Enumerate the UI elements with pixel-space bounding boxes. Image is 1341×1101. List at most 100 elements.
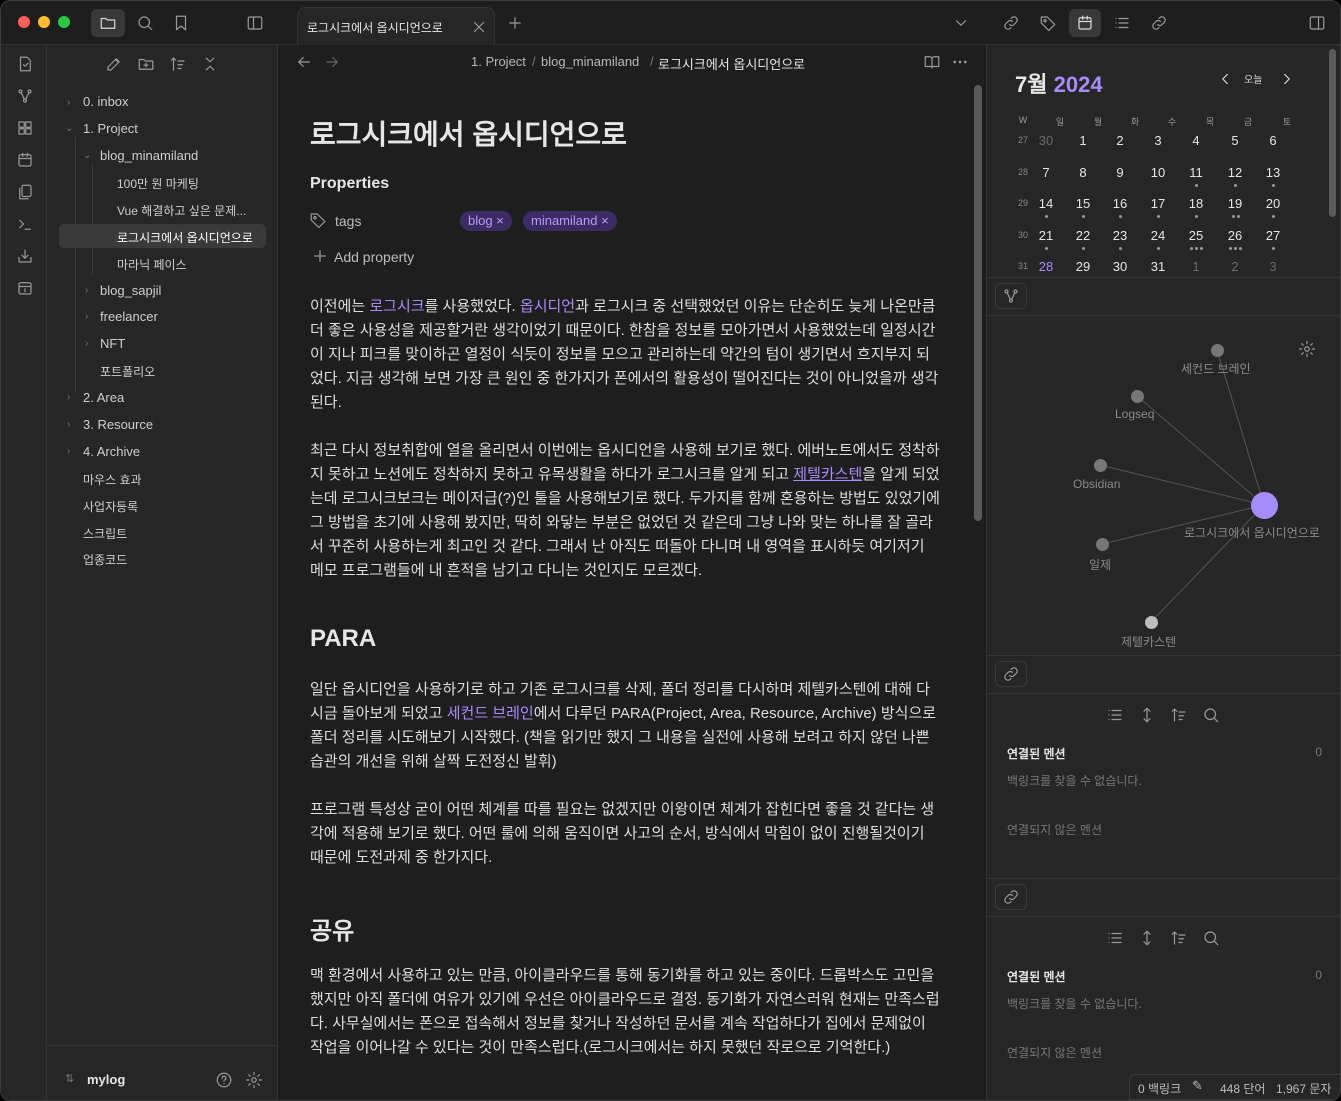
- paragraph[interactable]: 이전에는 로그시크를 사용했었다. 옵시디언과 로그시크 중 선택했었던 이유는…: [310, 295, 940, 415]
- minimize-window-button[interactable]: [38, 16, 50, 28]
- sidebar-item-project[interactable]: 1. Project: [83, 121, 263, 136]
- chevron-down-icon[interactable]: ⌄: [83, 150, 91, 161]
- next-month-icon[interactable]: [1277, 69, 1297, 89]
- calendar-day[interactable]: 14: [1031, 196, 1061, 211]
- search-icon[interactable]: [1201, 705, 1221, 725]
- calendar-day[interactable]: 7: [1031, 165, 1061, 180]
- settings-icon[interactable]: [1297, 339, 1317, 359]
- chevron-right-icon[interactable]: ›: [85, 311, 88, 322]
- tab-close-icon[interactable]: [470, 18, 488, 36]
- chevron-right-icon[interactable]: ›: [67, 97, 70, 108]
- templates-icon[interactable]: [13, 181, 37, 203]
- property-key-tags[interactable]: tags: [335, 213, 361, 229]
- edit-icon[interactable]: ✎: [1192, 1078, 1203, 1094]
- sidebar-item-file[interactable]: Vue 해결하고 싶은 문제...: [117, 202, 262, 219]
- expand-icon[interactable]: [1137, 928, 1157, 948]
- calendar-day[interactable]: 24: [1143, 228, 1173, 243]
- bookmark-icon[interactable]: [169, 13, 193, 33]
- right-sidebar-toggle-icon[interactable]: [1305, 13, 1329, 33]
- calendar-day[interactable]: 30: [1105, 259, 1135, 274]
- calendar-day[interactable]: 3: [1258, 259, 1288, 274]
- add-property-button[interactable]: Add property: [334, 249, 414, 265]
- vault-name[interactable]: mylog: [87, 1072, 125, 1087]
- graph-view-icon[interactable]: [13, 85, 37, 107]
- week-number[interactable]: 29: [1013, 198, 1033, 208]
- sidebar-item-file[interactable]: 포트폴리오: [100, 363, 260, 380]
- close-window-button[interactable]: [18, 16, 30, 28]
- graph-node[interactable]: [1094, 459, 1107, 472]
- calendar-day[interactable]: 5: [1220, 133, 1250, 148]
- graph-node-current[interactable]: [1251, 492, 1278, 519]
- week-number[interactable]: 27: [1013, 135, 1033, 145]
- calendar-day[interactable]: 27: [1258, 228, 1288, 243]
- breadcrumb-item[interactable]: 1. Project: [471, 54, 526, 69]
- calendar-day[interactable]: 2: [1105, 133, 1135, 148]
- sidebar-item-file[interactable]: 스크립트: [83, 525, 263, 542]
- chevron-down-icon[interactable]: [949, 13, 973, 33]
- linked-mentions-title[interactable]: 연결된 멘션: [1007, 745, 1066, 762]
- week-number[interactable]: 30: [1013, 230, 1033, 240]
- sort-icon[interactable]: [1169, 705, 1189, 725]
- expand-icon[interactable]: [1137, 705, 1157, 725]
- outgoing-links-icon[interactable]: [1147, 13, 1171, 33]
- sidebar-item-blog-sapjil[interactable]: blog_sapjil: [100, 283, 260, 298]
- sidebar-item-nft[interactable]: NFT: [100, 336, 260, 351]
- calendar-day[interactable]: 4: [1181, 133, 1211, 148]
- calendar-day[interactable]: 12: [1220, 165, 1250, 180]
- calendar-day[interactable]: 21: [1031, 228, 1061, 243]
- unlinked-mentions-title[interactable]: 연결되지 않은 멘션: [1007, 1044, 1102, 1061]
- sort-icon[interactable]: [1169, 928, 1189, 948]
- backlinks-button[interactable]: [995, 661, 1027, 687]
- calendar-day[interactable]: 1: [1181, 259, 1211, 274]
- paragraph[interactable]: 최근 다시 정보취합에 열을 올리면서 이번에는 옵시디언을 사용해 보기로 했…: [310, 439, 940, 583]
- internal-link[interactable]: 세컨드 브레인: [447, 705, 534, 722]
- new-tab-icon[interactable]: [504, 13, 526, 33]
- calendar-day[interactable]: 3: [1143, 133, 1173, 148]
- calendar-day[interactable]: 13: [1258, 165, 1288, 180]
- more-options-icon[interactable]: [950, 52, 970, 72]
- link-add-icon[interactable]: [999, 13, 1023, 33]
- collapse-results-icon[interactable]: [1105, 705, 1125, 725]
- tag-pill[interactable]: minamiland ×: [523, 211, 617, 231]
- breadcrumb-item[interactable]: blog_minamiland: [541, 54, 639, 69]
- unlinked-mentions-title[interactable]: 연결되지 않은 멘션: [1007, 821, 1102, 838]
- sidebar-item-active[interactable]: 로그시크에서 옵시디언으로: [117, 229, 262, 246]
- graph-node[interactable]: [1211, 344, 1224, 357]
- daily-note-icon[interactable]: [13, 149, 37, 171]
- chevron-right-icon[interactable]: ›: [67, 392, 70, 403]
- chevron-right-icon[interactable]: ›: [67, 446, 70, 457]
- internal-link[interactable]: 로그시크: [369, 298, 424, 315]
- tag-pill[interactable]: blog ×: [460, 211, 512, 231]
- calendar-day[interactable]: 25: [1181, 228, 1211, 243]
- settings-icon[interactable]: [243, 1069, 265, 1091]
- chevron-right-icon[interactable]: ›: [85, 285, 88, 296]
- new-folder-icon[interactable]: [135, 53, 157, 75]
- calendar-day[interactable]: 26: [1220, 228, 1250, 243]
- calendar-icon[interactable]: [1069, 9, 1101, 37]
- folder-icon[interactable]: [91, 9, 125, 37]
- graph-node[interactable]: [1145, 616, 1158, 629]
- sidebar-item-resource[interactable]: 3. Resource: [83, 417, 263, 432]
- paragraph[interactable]: 프로그램 특성상 굳이 어떤 체계를 따를 필요는 없겠지만 이왕이면 체계가 …: [310, 798, 940, 870]
- new-note-icon[interactable]: [103, 53, 125, 75]
- tag-remove-icon[interactable]: ×: [496, 213, 504, 228]
- calendar-day[interactable]: 29: [1068, 259, 1098, 274]
- paragraph[interactable]: 맥 환경에서 사용하고 있는 만큼, 아이클라우드를 통해 동기화를 하고 있는…: [310, 964, 940, 1060]
- scrollbar[interactable]: [974, 85, 982, 521]
- import-icon[interactable]: [13, 245, 37, 267]
- collapse-all-icon[interactable]: [199, 53, 221, 75]
- forward-arrow-icon[interactable]: [322, 52, 342, 72]
- back-arrow-icon[interactable]: [294, 52, 314, 72]
- sidebar-item-file[interactable]: 마라닉 페이스: [117, 256, 262, 273]
- calendar-day[interactable]: 6: [1258, 133, 1288, 148]
- zoom-window-button[interactable]: [58, 16, 70, 28]
- backlink-count[interactable]: 0 백링크: [1138, 1080, 1181, 1097]
- chevron-right-icon[interactable]: ›: [67, 419, 70, 430]
- reading-view-icon[interactable]: [922, 52, 942, 72]
- plus-icon[interactable]: [311, 247, 329, 265]
- tab-active[interactable]: 로그시크에서 옵시디언으로: [297, 7, 495, 45]
- chevron-down-icon[interactable]: ⌄: [65, 123, 73, 134]
- page-title[interactable]: 로그시크에서 옵시디언으로: [310, 113, 627, 153]
- calendar-day[interactable]: 11: [1181, 165, 1211, 180]
- sidebar-item-freelancer[interactable]: freelancer: [100, 309, 260, 324]
